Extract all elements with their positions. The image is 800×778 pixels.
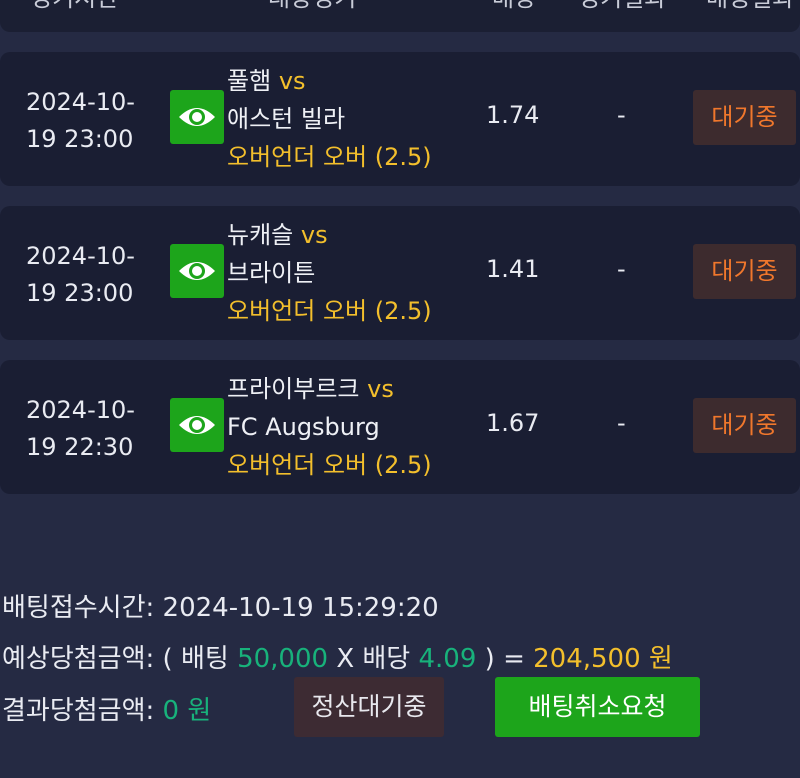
expected-win-label: 예상당첨금액: (2, 644, 155, 674)
match-result: - (617, 255, 626, 283)
expected-win-amount: 204,500 원 (533, 644, 673, 674)
vs-label: vs (367, 375, 394, 403)
match-result: - (617, 101, 626, 129)
status-badge: 대기중 (693, 244, 796, 299)
received-time-label: 배팅접수시간: (2, 593, 155, 623)
bet-pick: 오버언더 오버 (2.5) (227, 143, 432, 171)
vs-label: vs (278, 67, 306, 95)
header-result: 경기결과 (578, 0, 666, 13)
view-match-button[interactable] (170, 398, 224, 452)
away-team: FC Augsburg (227, 413, 380, 441)
eye-icon (179, 108, 215, 126)
odds-value: 1.74 (486, 101, 540, 129)
away-team: 브라이튼 (227, 259, 316, 287)
stake-amount: 50,000 (237, 644, 329, 674)
received-time-line: 배팅접수시간: 2024-10-19 15:29:20 (2, 587, 439, 624)
bet-row: 2024-10- 19 23:00 풀햄 vs 애스턴 빌라 오버언더 오버 (… (0, 52, 800, 186)
received-time-value: 2024-10-19 15:29:20 (162, 593, 439, 623)
header-status: 배팅결과 (706, 0, 794, 13)
match-time: 2024-10- 19 23:00 (26, 88, 135, 153)
total-odds: 4.09 (418, 644, 477, 674)
bet-pick: 오버언더 오버 (2.5) (227, 297, 432, 325)
odds-prefix: X 배당 (336, 644, 411, 674)
expected-win-line: 예상당첨금액: ( 배팅 50,000 X 배당 4.09 ) = 204,50… (2, 638, 673, 675)
result-win-amount: 0 원 (162, 696, 212, 726)
match-time: 2024-10- 19 22:30 (26, 396, 135, 461)
header-time: 경기시간 (30, 0, 118, 13)
match-result: - (617, 409, 626, 437)
home-team: 뉴캐슬 (227, 221, 294, 249)
bet-row: 2024-10- 19 23:00 뉴캐슬 vs 브라이튼 오버언더 오버 (2… (0, 206, 800, 340)
match-teams: 프라이부르크 vs FC Augsburg 오버언더 오버 (2.5) (227, 370, 432, 484)
table-header: 경기시간 대상경기 배당 경기결과 배팅결과 (0, 0, 800, 32)
match-teams: 풀햄 vs 애스턴 빌라 오버언더 오버 (2.5) (227, 62, 432, 176)
status-badge: 대기중 (693, 90, 796, 145)
result-win-line: 결과당첨금액: 0 원 (2, 690, 211, 727)
match-time: 2024-10- 19 23:00 (26, 242, 135, 307)
header-odds: 배당 (492, 0, 536, 13)
stake-prefix: ( 배팅 (162, 644, 229, 674)
status-badge: 대기중 (693, 398, 796, 453)
view-match-button[interactable] (170, 90, 224, 144)
home-team: 풀햄 (227, 67, 272, 95)
home-team: 프라이부르크 (227, 375, 360, 403)
equals-sign: ) = (484, 644, 525, 674)
eye-icon (179, 262, 215, 280)
bet-pick: 오버언더 오버 (2.5) (227, 451, 432, 479)
eye-icon (179, 416, 215, 434)
bet-row: 2024-10- 19 22:30 프라이부르크 vs FC Augsburg … (0, 360, 800, 494)
odds-value: 1.41 (486, 255, 540, 283)
settlement-pending-button[interactable]: 정산대기중 (294, 677, 444, 737)
cancel-bet-request-button[interactable]: 배팅취소요청 (495, 677, 700, 737)
odds-value: 1.67 (486, 409, 540, 437)
away-team: 애스턴 빌라 (227, 105, 346, 133)
vs-label: vs (300, 221, 328, 249)
result-win-label: 결과당첨금액: (2, 696, 155, 726)
match-teams: 뉴캐슬 vs 브라이튼 오버언더 오버 (2.5) (227, 216, 432, 330)
view-match-button[interactable] (170, 244, 224, 298)
header-match: 대상경기 (268, 0, 356, 13)
